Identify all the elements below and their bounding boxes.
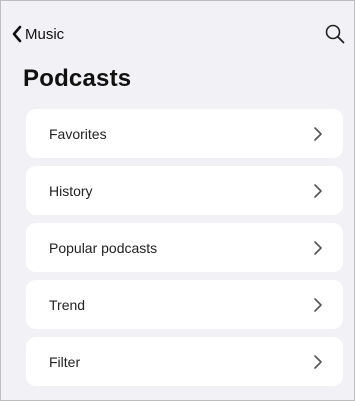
chevron-right-icon — [314, 126, 322, 141]
podcasts-screen: Music Podcasts Favorites History Popular… — [0, 0, 355, 401]
nav-bar: Music — [1, 1, 354, 57]
list-item-trend[interactable]: Trend — [26, 280, 343, 329]
back-label: Music — [25, 25, 65, 43]
list-item-label: Favorites — [49, 125, 107, 142]
list-item-label: Filter — [49, 353, 81, 370]
search-button[interactable] — [324, 23, 346, 45]
search-icon — [325, 24, 345, 44]
list-item-filter[interactable]: Filter — [26, 337, 343, 386]
chevron-right-icon — [314, 354, 322, 369]
chevron-right-icon — [314, 240, 322, 255]
list-item-label: Trend — [49, 296, 86, 313]
podcast-menu-list: Favorites History Popular podcasts Trend… — [26, 109, 343, 394]
list-item-popular-podcasts[interactable]: Popular podcasts — [26, 223, 343, 272]
page-title: Podcasts — [23, 65, 132, 92]
chevron-right-icon — [314, 183, 322, 198]
list-item-label: Popular podcasts — [49, 239, 158, 256]
list-item-history[interactable]: History — [26, 166, 343, 215]
list-item-favorites[interactable]: Favorites — [26, 109, 343, 158]
chevron-right-icon — [314, 297, 322, 312]
list-item-label: History — [49, 182, 93, 199]
back-button[interactable]: Music — [11, 23, 64, 45]
chevron-left-icon — [12, 25, 22, 43]
